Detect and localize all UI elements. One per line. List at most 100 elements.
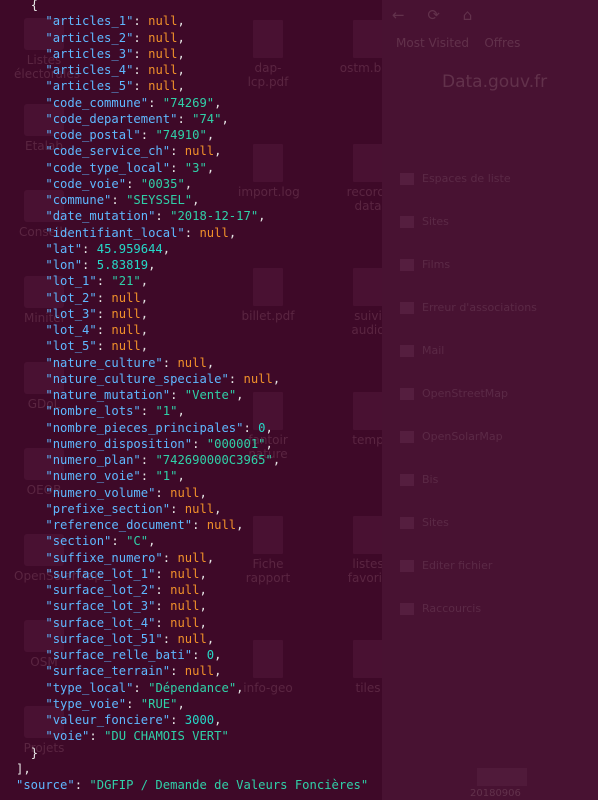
json-value: null [148, 14, 178, 29]
json-value: 5.83819 [96, 258, 149, 272]
terminal-line: "code_type_local": "3", [45, 160, 215, 175]
json-value: null [111, 323, 141, 337]
json-key: "nature_mutation" [45, 388, 171, 402]
terminal-line: "lot_3": null, [45, 306, 149, 321]
json-value: "DU CHAMOIS VERT" [104, 729, 229, 744]
json-key: "surface_lot_1" [45, 566, 156, 581]
json-comma: , [272, 453, 281, 467]
terminal-line: "type_local": "Dépendance", [45, 680, 244, 695]
json-value: "000001" [206, 436, 266, 451]
json-comma: , [214, 144, 222, 159]
json-comma: , [214, 95, 222, 110]
json-value: null [170, 615, 200, 630]
json-value: null [148, 46, 178, 61]
json-punctuation: { [30, 0, 39, 12]
json-comma: , [214, 501, 222, 516]
json-comma: , [236, 388, 244, 402]
json-value: "1" [155, 469, 178, 484]
json-value: "RUE" [140, 696, 178, 711]
json-comma: , [140, 306, 149, 321]
json-key: "identifiant_local" [45, 225, 185, 240]
json-value: "Dépendance" [148, 680, 237, 695]
json-key: "lon" [45, 258, 83, 272]
json-comma: , [206, 631, 215, 646]
json-key: "code_postal" [45, 128, 141, 142]
terminal-line: "articles_1": null, [45, 14, 185, 29]
terminal-line: "type_voie": "RUE", [45, 696, 185, 711]
json-comma: , [177, 14, 185, 29]
json-value: null [111, 306, 141, 321]
terminal-line: "surface_lot_2": null, [45, 583, 207, 597]
json-comma: , [148, 534, 156, 549]
terminal-line: "code_commune": "74269", [45, 95, 222, 110]
json-key: "articles_2" [45, 30, 134, 45]
json-key: "numero_disposition" [45, 436, 193, 451]
json-comma: , [206, 355, 215, 370]
json-value: 45.959644 [96, 241, 163, 256]
json-value: null [199, 225, 229, 240]
json-comma: , [236, 518, 244, 532]
json-key: "numero_volume" [45, 485, 156, 500]
json-value: "742690000C3965" [155, 453, 273, 467]
json-key: "lot_5" [45, 339, 97, 354]
json-key: "lot_4" [45, 323, 97, 337]
json-punctuation: ], [16, 761, 31, 776]
json-key: "nombre_lots" [45, 404, 141, 419]
terminal-line: "commune": "SEYSSEL", [45, 193, 200, 207]
json-key: "reference_document" [45, 518, 193, 532]
json-comma: , [140, 274, 149, 289]
json-value: null [148, 30, 178, 45]
json-key: "section" [45, 534, 112, 549]
json-key: "code_voie" [45, 176, 127, 191]
terminal-window[interactable]: { "articles_1": null, "articles_2": null… [0, 0, 598, 800]
terminal-line: "lat": 45.959644, [45, 241, 171, 256]
json-value: "21" [111, 274, 141, 289]
json-key: "surface_lot_2" [45, 583, 156, 597]
terminal-line: { [16, 0, 368, 13]
terminal-line: "surface_lot_1": null, [45, 566, 207, 581]
terminal-line: "numero_volume": null, [45, 485, 207, 500]
json-comma: , [199, 566, 207, 581]
json-value: null [111, 290, 141, 305]
json-comma: , [258, 209, 266, 224]
json-key: "numero_plan" [45, 453, 141, 467]
json-key: "code_departement" [45, 111, 178, 126]
json-value: null [177, 550, 207, 565]
terminal-line: "surface_lot_3": null, [45, 599, 207, 614]
json-comma: , [199, 485, 207, 500]
terminal-line: "date_mutation": "2018-12-17", [45, 209, 266, 224]
json-comma: , [199, 599, 207, 614]
json-value: null [243, 371, 273, 386]
terminal-line: "lot_2": null, [45, 290, 149, 305]
json-comma: , [177, 404, 185, 419]
terminal-line: "section": "C", [45, 534, 156, 549]
json-key: "surface_lot_51" [45, 631, 163, 646]
json-comma: , [265, 420, 273, 435]
terminal-line: "numero_disposition": "000001", [45, 436, 273, 451]
terminal-line: "articles_5": null, [45, 79, 185, 94]
terminal-line: "code_voie": "0035", [45, 176, 193, 191]
json-key: "voie" [45, 729, 90, 744]
json-value: null [177, 355, 207, 370]
terminal-line: "surface_relle_bati": 0, [45, 648, 222, 662]
json-value: "2018-12-17" [170, 209, 259, 224]
json-value: 0 [258, 420, 266, 435]
terminal-line: "articles_4": null, [45, 63, 185, 77]
json-comma: , [184, 176, 193, 191]
json-comma: , [177, 696, 185, 711]
json-comma: , [192, 193, 200, 207]
json-comma: , [162, 241, 171, 256]
json-key: "lat" [45, 241, 83, 256]
terminal-line: "valeur_fonciere": 3000, [45, 713, 222, 727]
json-key: "prefixe_section" [45, 501, 171, 516]
json-value: "SEYSSEL" [126, 193, 193, 207]
terminal-line: "articles_3": null, [45, 46, 185, 61]
terminal-line: "lot_5": null, [45, 339, 149, 354]
json-key: "suffixe_numero" [45, 550, 163, 565]
json-punctuation: } [30, 745, 39, 760]
json-key: "code_service_ch" [45, 144, 171, 159]
json-comma: , [177, 469, 185, 484]
json-key: "lot_2" [45, 290, 97, 305]
json-comma: , [177, 63, 185, 77]
json-value: "74910" [155, 128, 207, 142]
